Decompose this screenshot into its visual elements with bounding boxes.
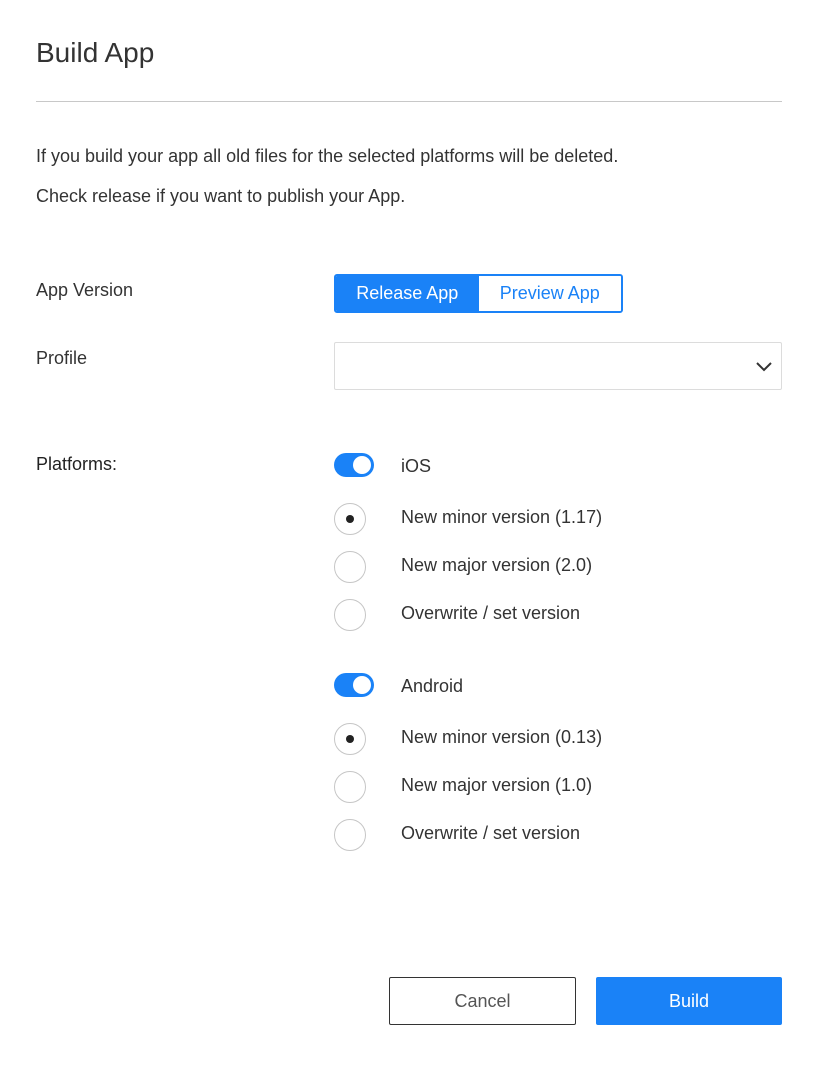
android-overwrite-version-radio[interactable] (334, 819, 366, 851)
profile-select[interactable] (334, 342, 782, 390)
ios-toggle[interactable] (334, 453, 374, 477)
build-button[interactable]: Build (596, 977, 782, 1025)
chevron-down-icon (756, 362, 772, 372)
android-label: Android (401, 676, 464, 696)
android-minor-version-label: New minor version (0.13) (401, 727, 603, 747)
android-overwrite-version-label: Overwrite / set version (401, 823, 581, 843)
ios-minor-version-radio[interactable] (334, 503, 366, 535)
app-version-segmented-control: Release App Preview App (334, 274, 623, 313)
description-line-1: If you build your app all old files for … (36, 146, 619, 166)
title-divider (36, 101, 782, 102)
preview-app-option[interactable]: Preview App (478, 276, 621, 311)
cancel-button[interactable]: Cancel (389, 977, 576, 1025)
android-major-version-label: New major version (1.0) (401, 775, 593, 795)
platforms-label: Platforms: (36, 454, 118, 474)
ios-major-version-label: New major version (2.0) (401, 555, 593, 575)
radio-selected-dot (346, 515, 354, 523)
ios-overwrite-version-label: Overwrite / set version (401, 603, 581, 623)
toggle-knob (353, 676, 371, 694)
radio-selected-dot (346, 735, 354, 743)
dialog-title: Build App (36, 37, 155, 68)
android-major-version-radio[interactable] (334, 771, 366, 803)
ios-label: iOS (401, 456, 432, 476)
app-version-label: App Version (36, 280, 134, 300)
android-toggle[interactable] (334, 673, 374, 697)
description-line-2: Check release if you want to publish you… (36, 186, 406, 206)
release-app-option[interactable]: Release App (336, 276, 479, 311)
toggle-knob (353, 456, 371, 474)
profile-label: Profile (36, 348, 88, 368)
ios-major-version-radio[interactable] (334, 551, 366, 583)
android-minor-version-radio[interactable] (334, 723, 366, 755)
ios-overwrite-version-radio[interactable] (334, 599, 366, 631)
ios-minor-version-label: New minor version (1.17) (401, 507, 603, 527)
